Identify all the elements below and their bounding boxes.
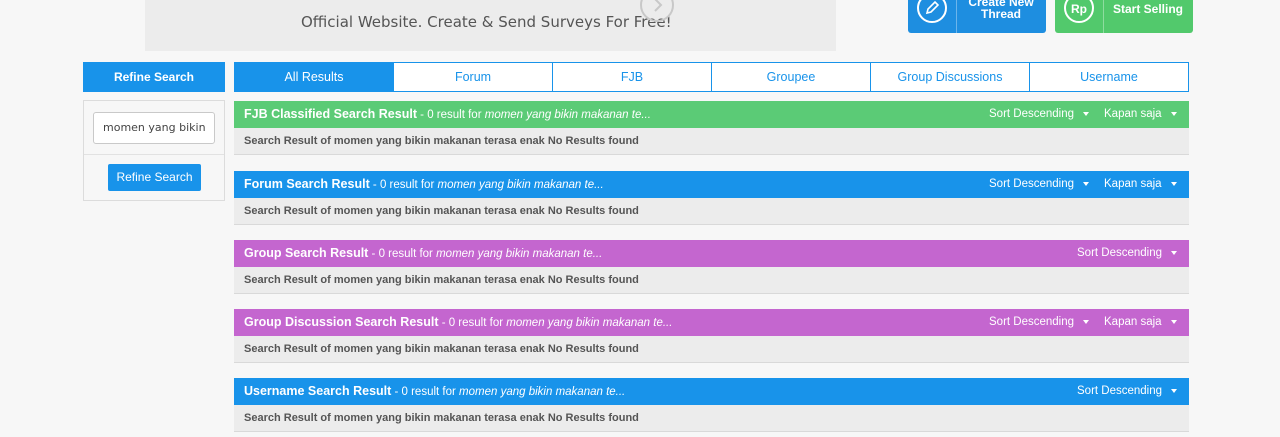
section-title: Group Search Result — [244, 246, 369, 260]
sort-label: Sort Descending — [989, 178, 1075, 190]
username-result-section: Username Search Result - 0 result for mo… — [234, 378, 1189, 432]
result-summary: - 0 result for — [416, 109, 485, 121]
caret-down-icon — [1170, 111, 1177, 116]
refine-search-header: Refine Search — [83, 62, 225, 92]
result-tabs: All Results Forum FJB Groupee Group Disc… — [234, 62, 1189, 92]
pencil-icon — [908, 0, 957, 33]
result-query: momen yang bikin makanan te... — [436, 248, 603, 260]
sort-label: Sort Descending — [989, 316, 1075, 328]
refine-search-button[interactable]: Refine Search — [108, 164, 201, 191]
create-thread-label-2: Thread — [980, 7, 1021, 21]
section-header: Username Search Result - 0 result for mo… — [234, 378, 1189, 405]
time-dropdown[interactable]: Kapan saja — [1104, 309, 1177, 336]
result-query: momen yang bikin makanan te... — [459, 386, 626, 398]
time-label: Kapan saja — [1104, 316, 1162, 328]
ad-banner[interactable]: Official Website. Create & Send Surveys … — [145, 0, 836, 51]
caret-down-icon — [1170, 319, 1177, 324]
result-summary: - 0 result for — [391, 386, 460, 398]
start-selling-button[interactable]: Rp Start Selling — [1055, 0, 1193, 33]
tab-all-results[interactable]: All Results — [234, 62, 394, 92]
no-results-message: Search Result of momen yang bikin makana… — [234, 336, 1189, 363]
sort-label: Sort Descending — [1077, 385, 1163, 397]
result-summary: - 0 result for — [368, 248, 437, 260]
tab-group-discussions[interactable]: Group Discussions — [871, 62, 1030, 92]
result-query: momen yang bikin makanan te... — [437, 179, 604, 191]
banner-text: Official Website. Create & Send Surveys … — [301, 13, 672, 31]
tab-fjb[interactable]: FJB — [553, 62, 712, 92]
no-results-message: Search Result of momen yang bikin makana… — [234, 198, 1189, 225]
sort-dropdown[interactable]: Sort Descending — [989, 171, 1090, 198]
time-dropdown[interactable]: Kapan saja — [1104, 171, 1177, 198]
caret-down-icon — [1171, 388, 1178, 393]
result-summary: - 0 result for — [438, 317, 507, 329]
fjb-result-section: FJB Classified Search Result - 0 result … — [234, 101, 1189, 155]
start-selling-label: Start Selling — [1112, 2, 1183, 16]
sort-dropdown[interactable]: Sort Descending — [1077, 378, 1178, 405]
section-title: Group Discussion Search Result — [244, 315, 439, 329]
sort-label: Sort Descending — [1077, 247, 1163, 259]
time-label: Kapan saja — [1104, 108, 1162, 120]
sort-dropdown[interactable]: Sort Descending — [989, 101, 1090, 128]
caret-down-icon — [1083, 319, 1090, 324]
rupiah-icon: Rp — [1055, 0, 1104, 33]
tab-forum[interactable]: Forum — [394, 62, 553, 92]
refine-search-panel: momen yang bikin Refine Search — [83, 100, 225, 201]
time-dropdown[interactable]: Kapan saja — [1104, 101, 1177, 128]
divider — [84, 154, 224, 155]
group-discussion-result-section: Group Discussion Search Result - 0 resul… — [234, 309, 1189, 363]
no-results-message: Search Result of momen yang bikin makana… — [234, 405, 1189, 432]
result-query: momen yang bikin makanan te... — [506, 317, 673, 329]
create-thread-button[interactable]: Create New Thread — [908, 0, 1046, 33]
section-header: Forum Search Result - 0 result for momen… — [234, 171, 1189, 198]
time-label: Kapan saja — [1104, 178, 1162, 190]
group-result-section: Group Search Result - 0 result for momen… — [234, 240, 1189, 294]
sort-label: Sort Descending — [989, 108, 1075, 120]
no-results-message: Search Result of momen yang bikin makana… — [234, 267, 1189, 294]
caret-down-icon — [1170, 181, 1177, 186]
section-title: Username Search Result — [244, 384, 392, 398]
tab-username[interactable]: Username — [1030, 62, 1189, 92]
search-input[interactable]: momen yang bikin — [93, 112, 215, 144]
tab-groupee[interactable]: Groupee — [712, 62, 871, 92]
no-results-message: Search Result of momen yang bikin makana… — [234, 128, 1189, 155]
forum-result-section: Forum Search Result - 0 result for momen… — [234, 171, 1189, 225]
sort-dropdown[interactable]: Sort Descending — [1077, 240, 1178, 267]
result-summary: - 0 result for — [369, 179, 438, 191]
caret-down-icon — [1083, 111, 1090, 116]
section-header: Group Search Result - 0 result for momen… — [234, 240, 1189, 267]
caret-down-icon — [1083, 181, 1090, 186]
section-header: FJB Classified Search Result - 0 result … — [234, 101, 1189, 128]
sort-dropdown[interactable]: Sort Descending — [989, 309, 1090, 336]
svg-text:Rp: Rp — [1071, 2, 1087, 16]
section-title: FJB Classified Search Result — [244, 107, 417, 121]
section-header: Group Discussion Search Result - 0 resul… — [234, 309, 1189, 336]
result-query: momen yang bikin makanan te... — [484, 109, 651, 121]
section-title: Forum Search Result — [244, 177, 370, 191]
caret-down-icon — [1171, 250, 1178, 255]
